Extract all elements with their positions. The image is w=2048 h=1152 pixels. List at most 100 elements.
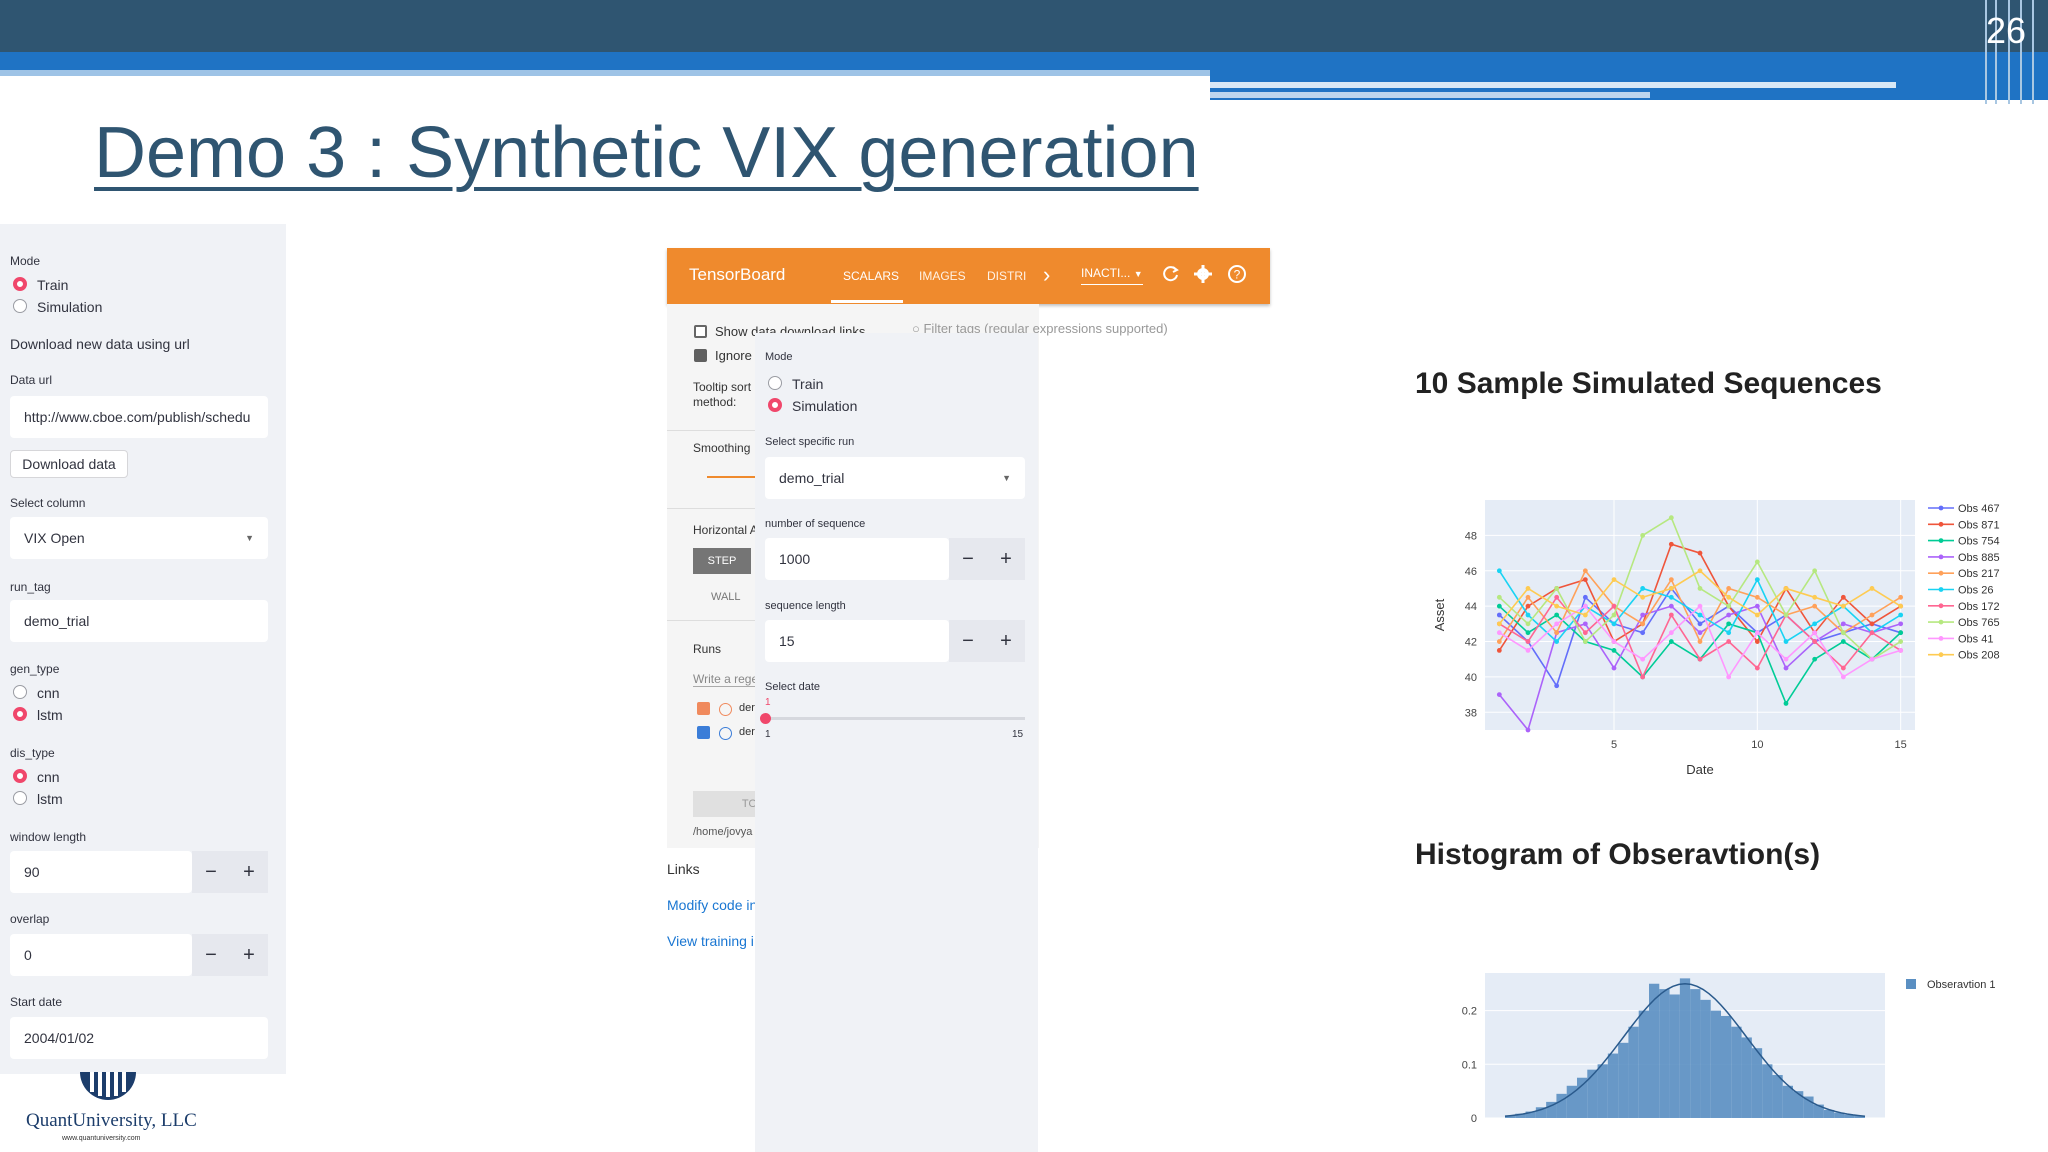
run-color-dot-1[interactable]: [719, 703, 732, 716]
data-point: [1840, 665, 1846, 671]
tab-scalars[interactable]: SCALARS: [843, 269, 899, 283]
num-sequence-plus-button[interactable]: +: [987, 538, 1025, 580]
start-date-input[interactable]: 2004/01/02: [10, 1017, 268, 1059]
data-point: [1898, 594, 1904, 600]
tab-images[interactable]: IMAGES: [919, 269, 966, 283]
window-length-minus-button[interactable]: −: [192, 851, 230, 893]
radio-dis-lstm[interactable]: [13, 791, 27, 805]
hist-bar: [1669, 994, 1680, 1118]
dis-type-label: dis_type: [10, 746, 55, 760]
data-point: [1668, 594, 1674, 600]
radio-dis-cnn[interactable]: [13, 769, 27, 783]
data-point: [1697, 630, 1703, 636]
overlap-plus-button[interactable]: +: [230, 934, 268, 976]
hist-bar: [1628, 1026, 1639, 1118]
legend-label: Obs 467: [1958, 503, 2000, 515]
sim-radio-train[interactable]: [768, 376, 782, 390]
window-length-plus-button[interactable]: +: [230, 851, 268, 893]
y-tick-label: 44: [1465, 601, 1477, 613]
radio-train[interactable]: [13, 277, 27, 291]
seq-length-input[interactable]: 15: [765, 620, 949, 662]
select-run-dropdown[interactable]: demo_trial ▼: [765, 457, 1025, 499]
help-icon[interactable]: ?: [1227, 264, 1247, 289]
run-label-1: der: [739, 702, 755, 714]
data-point: [1668, 630, 1674, 636]
data-point: [1582, 577, 1588, 583]
gear-icon[interactable]: [1193, 264, 1213, 289]
data-point: [1640, 612, 1646, 618]
data-url-input[interactable]: http://www.cboe.com/publish/schedu: [10, 396, 268, 438]
data-url-label: Data url: [10, 373, 53, 387]
step-button[interactable]: STEP: [693, 548, 751, 574]
seq-length-minus-button[interactable]: −: [949, 620, 987, 662]
data-point: [1840, 621, 1846, 627]
data-point: [1898, 630, 1904, 636]
chevron-right-icon[interactable]: ›: [1043, 262, 1050, 288]
radio-simulation[interactable]: [13, 299, 27, 313]
num-sequence-minus-button[interactable]: −: [949, 538, 987, 580]
data-point: [1697, 621, 1703, 627]
data-point: [1611, 647, 1617, 653]
sim-radio-simulation-label: Simulation: [792, 398, 858, 414]
radio-gen-cnn[interactable]: [13, 685, 27, 699]
data-point: [1525, 621, 1531, 627]
download-data-button[interactable]: Download data: [10, 450, 128, 478]
tab-distributions[interactable]: DISTRI: [987, 269, 1026, 283]
simulation-sidebar: Mode Train Simulation Select specific ru…: [755, 333, 1038, 1152]
data-point: [1640, 594, 1646, 600]
refresh-icon[interactable]: [1161, 264, 1181, 289]
sim-radio-simulation[interactable]: [768, 398, 782, 412]
data-point: [1582, 612, 1588, 618]
run-checkbox-2[interactable]: [697, 726, 710, 739]
overlap-minus-button[interactable]: −: [192, 934, 230, 976]
run-tag-input[interactable]: demo_trial: [10, 600, 268, 642]
seq-length-plus-button[interactable]: +: [987, 620, 1025, 662]
date-slider-handle[interactable]: [760, 713, 771, 724]
data-point: [1582, 639, 1588, 644]
toggle-all-button[interactable]: TO: [693, 791, 757, 817]
data-point: [1840, 594, 1846, 600]
hist-bar: [1597, 1064, 1608, 1118]
radio-gen-lstm[interactable]: [13, 707, 27, 721]
data-point: [1812, 656, 1818, 662]
num-sequence-input[interactable]: 1000: [765, 538, 949, 580]
data-point: [1697, 550, 1703, 556]
modify-code-link[interactable]: Modify code in: [667, 897, 757, 913]
y-tick-label: 42: [1465, 637, 1477, 649]
divider: [667, 620, 757, 621]
run-color-dot-2[interactable]: [719, 727, 732, 740]
runs-filter-input[interactable]: Write a rege: [693, 672, 755, 687]
data-point: [1840, 603, 1846, 609]
data-point: [1611, 665, 1617, 671]
data-point: [1754, 594, 1760, 600]
data-point: [1525, 639, 1531, 644]
data-point: [1726, 586, 1732, 591]
ignore-checkbox[interactable]: [694, 349, 707, 362]
run-checkbox-1[interactable]: [697, 702, 710, 715]
data-point: [1840, 639, 1846, 644]
inactive-dropdown[interactable]: INACTI... ▼: [1081, 266, 1143, 285]
hist-bar: [1741, 1037, 1752, 1118]
chevron-down-icon: ▼: [245, 533, 254, 543]
legend-label: Obs 172: [1958, 601, 2000, 613]
overlap-input[interactable]: 0: [10, 934, 192, 976]
data-point: [1783, 701, 1789, 706]
show-download-links-checkbox[interactable]: [694, 325, 707, 338]
data-point: [1783, 612, 1789, 618]
svg-text:?: ?: [1234, 268, 1241, 282]
data-point: [1554, 586, 1560, 591]
data-point: [1496, 568, 1502, 574]
select-column-dropdown[interactable]: VIX Open ▼: [10, 517, 268, 559]
tensorboard-links-area: Links Modify code in View training i: [667, 848, 757, 968]
view-training-link[interactable]: View training i: [667, 933, 754, 949]
data-point: [1668, 541, 1674, 547]
wall-button[interactable]: WALL: [711, 591, 741, 603]
smoothing-slider[interactable]: [707, 476, 755, 478]
legend-marker: [1938, 603, 1944, 609]
divider: [667, 430, 757, 431]
data-point: [1611, 612, 1617, 618]
gen-type-label: gen_type: [10, 662, 60, 676]
window-length-input[interactable]: 90: [10, 851, 192, 893]
data-point: [1697, 586, 1703, 591]
data-point: [1554, 683, 1560, 689]
